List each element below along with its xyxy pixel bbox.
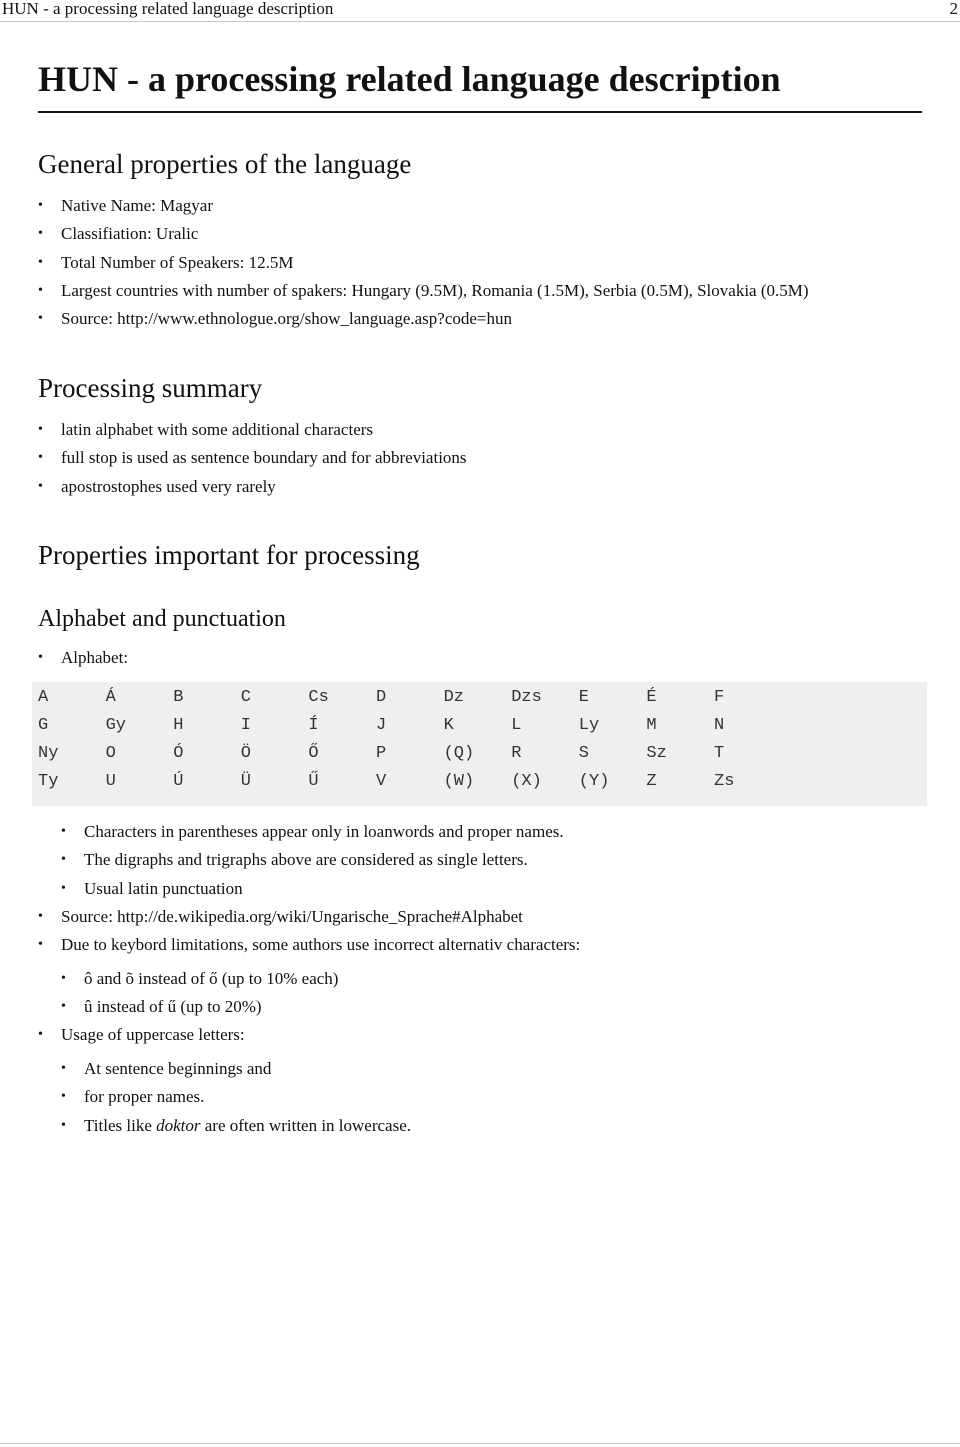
alphabet-letter: (X): [511, 772, 542, 791]
alphabet-letter: V: [376, 772, 387, 791]
alphabet-letter: C: [240, 688, 251, 707]
alphabet-letter: E: [578, 688, 589, 707]
keyboard-note: Due to keybord limitations, some authors…: [38, 931, 580, 960]
uppercase-label: Usage of uppercase letters:: [38, 1021, 245, 1050]
page-title: HUN - a processing related language desc…: [38, 57, 922, 113]
section-heading-summary: Processing summary: [38, 373, 263, 403]
alphabet-letter: Á: [105, 688, 116, 707]
titles-suffix: are often written in lowercase.: [200, 1115, 412, 1135]
source-list: Source: http://de.wikipedia.org/wiki/Ung…: [38, 903, 580, 960]
alphabet-letter: G: [38, 716, 49, 735]
alphabet-letter: (Q): [443, 744, 475, 763]
alphabet-letter: Dzs: [511, 688, 542, 707]
alphabet-letter: F: [714, 688, 725, 707]
alphabet-letter: Ö: [240, 744, 251, 763]
alphabet-letter: Sz: [646, 744, 667, 763]
processing-summary-list: latin alphabet with some additional char…: [38, 416, 467, 501]
alphabet-letter: Ű: [308, 772, 319, 791]
alphabet-letter: Ny: [38, 744, 59, 763]
alphabet-table: A Á B C Cs D Dz Dzs E É F G Gy H I Í J K L Ly M N Ny O Ó Ö Ő P (Q) R S…: [32, 682, 927, 806]
alphabet-letter: B: [173, 688, 184, 707]
alphabet-letter: O: [105, 744, 116, 763]
alphabet-letter: U: [105, 772, 116, 791]
alphabet-letter: Cs: [308, 688, 329, 707]
titles-example-word: doktor: [156, 1115, 201, 1135]
alphabet-source: Source: http://de.wikipedia.org/wiki/Ung…: [38, 903, 580, 932]
alphabet-letter: Ó: [173, 744, 184, 763]
list-item: The digraphs and trigraphs above are con…: [61, 846, 564, 875]
section-heading-general: General properties of the language: [38, 149, 412, 179]
list-item: latin alphabet with some additional char…: [38, 416, 467, 445]
running-header: HUN - a processing related language desc…: [0, 0, 960, 22]
list-item: Characters in parentheses appear only in…: [61, 818, 564, 847]
alphabet-letter: K: [443, 716, 454, 735]
alphabet-letter: M: [646, 716, 657, 735]
alphabet-letter: R: [511, 744, 522, 763]
page-bottom-rule: [0, 1443, 960, 1444]
alphabet-letter: É: [646, 688, 657, 707]
alphabet-letter: H: [173, 716, 184, 735]
alphabet-letter: (W): [443, 772, 475, 791]
alphabet-notes-list: Characters in parentheses appear only in…: [61, 818, 564, 903]
keyboard-alternatives-list: ô and õ instead of ő (up to 10% each) û …: [61, 965, 338, 1022]
list-item: û instead of ű (up to 20%): [61, 993, 338, 1022]
titles-prefix: Titles like: [84, 1115, 157, 1135]
alphabet-letter: Z: [646, 772, 657, 791]
alphabet-letter: N: [714, 716, 725, 735]
page-number: 2: [949, 0, 959, 18]
alphabet-letter: A: [38, 688, 49, 707]
alphabet-label-list: Alphabet:: [38, 644, 128, 673]
alphabet-letter: J: [376, 716, 387, 735]
alphabet-letter: Ú: [173, 772, 184, 791]
list-item: At sentence beginnings and: [61, 1055, 411, 1084]
list-item: full stop is used as sentence boundary a…: [38, 444, 467, 473]
uppercase-label-list: Usage of uppercase letters:: [38, 1021, 245, 1050]
alphabet-label: Alphabet:: [38, 644, 128, 673]
alphabet-letter: S: [578, 744, 589, 763]
subsection-heading-alphabet: Alphabet and punctuation: [38, 606, 286, 632]
running-header-title: HUN - a processing related language desc…: [2, 0, 334, 18]
list-item: Classifiation: Uralic: [38, 220, 809, 249]
alphabet-letter: I: [240, 716, 251, 735]
list-item: Native Name: Magyar: [38, 192, 809, 221]
list-item: apostrostophes used very rarely: [38, 473, 467, 502]
uppercase-usage-list: At sentence beginnings and for proper na…: [61, 1055, 411, 1140]
alphabet-letter: Dz: [443, 688, 464, 707]
list-item: Largest countries with number of spakers…: [38, 277, 809, 306]
alphabet-letter: Ty: [38, 772, 59, 791]
alphabet-letter: T: [714, 744, 725, 763]
list-item: Source: http://www.ethnologue.org/show_l…: [38, 305, 809, 334]
alphabet-letter: Zs: [714, 772, 735, 791]
alphabet-letter: Ü: [240, 772, 251, 791]
list-item: Titles like doktor are often written in …: [61, 1112, 412, 1141]
alphabet-letter: (Y): [578, 772, 610, 791]
list-item: ô and õ instead of ő (up to 10% each): [61, 965, 338, 994]
alphabet-letter: Gy: [105, 716, 126, 735]
alphabet-letter: P: [376, 744, 387, 763]
alphabet-letter: Ly: [578, 716, 600, 735]
general-properties-list: Native Name: Magyar Classifiation: Urali…: [38, 192, 809, 334]
alphabet-letter: D: [376, 688, 387, 707]
list-item: Total Number of Speakers: 12.5M: [38, 249, 809, 278]
alphabet-letter: Ő: [308, 744, 319, 763]
list-item: for proper names.: [61, 1083, 411, 1112]
section-heading-properties: Properties important for processing: [38, 540, 420, 570]
alphabet-letter: Í: [308, 716, 319, 735]
list-item: Usual latin punctuation: [61, 875, 564, 904]
alphabet-letter: L: [511, 716, 522, 735]
